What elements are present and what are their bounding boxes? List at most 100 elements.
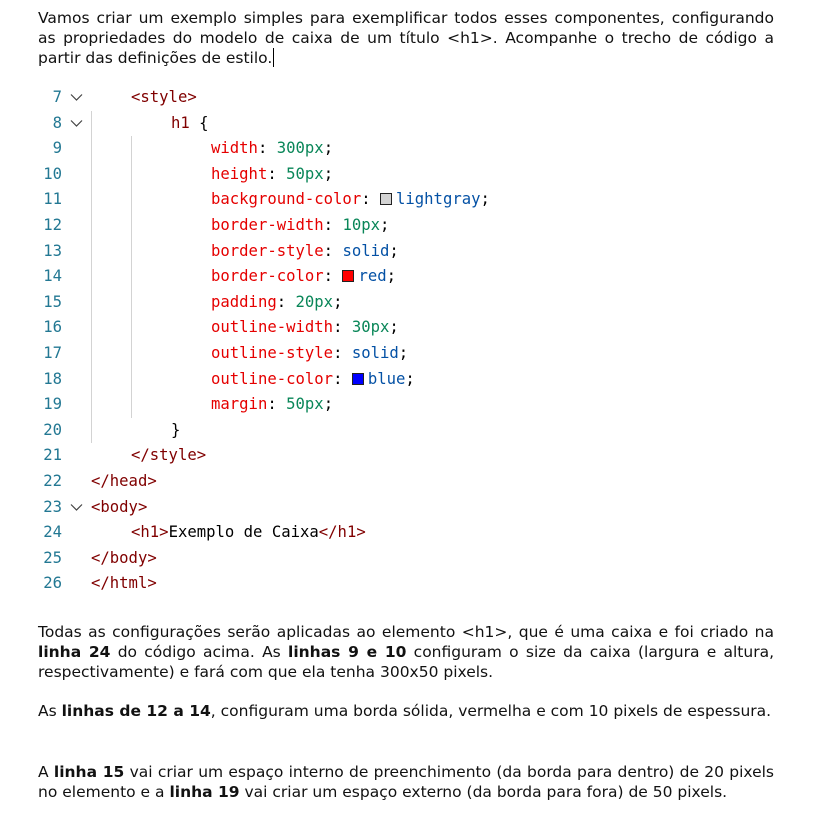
code-token: outline-color — [211, 369, 334, 388]
code-line: 15 padding: 20px; — [0, 290, 817, 316]
line-number: 13 — [43, 241, 62, 260]
code-token: } — [171, 420, 181, 439]
text-span: A — [38, 763, 54, 781]
code-token: solid — [342, 241, 390, 260]
color-swatch[interactable] — [351, 372, 364, 385]
code-token: ; — [323, 395, 334, 414]
code-token: 50px — [286, 164, 324, 183]
code-token: outline-width — [211, 318, 334, 337]
indent-guide — [131, 136, 132, 418]
code-text: width: 300px; — [211, 136, 333, 162]
code-line: 9 width: 300px; — [0, 136, 817, 162]
code-text: <body> — [91, 495, 147, 521]
code-line: 14 border-color: red; — [0, 264, 817, 290]
text-span: , configuram uma borda sólida, vermelha … — [210, 702, 772, 720]
code-line: 24 <h1>Exemplo de Caixa</h1> — [0, 520, 817, 546]
code-token: width — [211, 139, 258, 158]
line-number: 22 — [43, 472, 62, 490]
code-text: </body> — [91, 546, 157, 572]
code-text: } — [171, 418, 180, 444]
color-swatch[interactable] — [380, 193, 392, 206]
code-token: { — [189, 113, 209, 132]
code-token: ; — [398, 344, 409, 362]
code-line: 18 outline-color: blue; — [0, 367, 817, 393]
code-text: </head> — [91, 469, 157, 495]
code-text: outline-width: 30px; — [211, 315, 399, 341]
code-token: border-color — [211, 267, 324, 286]
code-text: background-color: lightgray; — [211, 187, 490, 213]
code-line: 7 <style> — [0, 85, 817, 111]
line-number: 26 — [43, 574, 62, 593]
line-number: 20 — [43, 420, 62, 439]
code-token: ; — [389, 241, 399, 260]
code-token: : — [323, 241, 343, 260]
fold-chevron-icon[interactable] — [70, 119, 83, 128]
line-number: 16 — [43, 318, 62, 337]
code-token: : — [323, 216, 343, 234]
code-token: <style> — [131, 88, 197, 106]
code-line: 22 </head> — [0, 469, 817, 495]
line-number: 24 — [43, 523, 62, 542]
code-token: <body> — [91, 497, 148, 516]
code-text: border-style: solid; — [211, 239, 399, 265]
code-token: <h1> — [131, 523, 169, 542]
text-span: As — [38, 702, 62, 720]
code-text: </style> — [131, 443, 206, 469]
code-token: h1 — [171, 113, 190, 132]
bold-ref: linha 19 — [169, 783, 240, 801]
code-text: outline-color: blue; — [211, 367, 415, 393]
code-token: : — [333, 369, 352, 388]
code-token: ; — [386, 267, 397, 286]
code-token: ; — [480, 190, 490, 209]
code-token: red — [358, 267, 387, 286]
code-text: border-color: red; — [211, 264, 396, 290]
code-text: border-width: 10px; — [211, 213, 389, 239]
code-token: : — [323, 267, 343, 286]
code-line: 20} — [0, 418, 817, 444]
code-token: Exemplo de Caixa — [168, 523, 319, 542]
code-token: ; — [405, 369, 415, 388]
code-token: : — [267, 164, 287, 183]
code-token: border-style — [211, 241, 324, 260]
text-cursor — [273, 48, 275, 67]
code-token: </head> — [91, 472, 157, 490]
code-token: </body> — [91, 548, 157, 567]
color-swatch[interactable] — [342, 270, 355, 283]
code-line: 25 </body> — [0, 546, 817, 572]
text-span: vai criar um espaço externo (da borda pa… — [239, 783, 728, 801]
paragraph-padding-margin: A linha 15 vai criar um espaço interno d… — [38, 762, 774, 802]
code-token: </html> — [91, 574, 157, 593]
code-text: <h1>Exemplo de Caixa</h1> — [131, 520, 366, 546]
code-line: 23 <body> — [0, 495, 817, 521]
code-token: : — [257, 139, 277, 158]
code-line: 11 background-color: lightgray; — [0, 187, 817, 213]
text-span: Todas as configurações serão aplicadas a… — [38, 623, 774, 641]
code-text: </html> — [91, 571, 157, 597]
code-token: : — [276, 292, 296, 311]
bold-ref: linha 24 — [38, 643, 111, 661]
fold-chevron-icon[interactable] — [70, 93, 83, 102]
line-number: 19 — [43, 395, 62, 414]
code-token: lightgray — [396, 190, 481, 209]
code-line: 17 outline-style: solid; — [0, 341, 817, 367]
line-number: 14 — [43, 267, 62, 286]
bold-ref: linhas de 12 a 14 — [61, 702, 211, 720]
code-token: </h1> — [318, 523, 366, 542]
code-token: padding — [211, 292, 277, 311]
line-number: 10 — [43, 164, 62, 183]
line-number: 15 — [43, 292, 62, 311]
line-number: 11 — [43, 190, 62, 209]
code-text: h1 { — [171, 111, 209, 137]
bold-ref: linha 15 — [53, 763, 125, 781]
bold-ref: linhas 9 e 10 — [288, 643, 407, 661]
line-number: 8 — [52, 113, 62, 132]
code-token: 30px — [351, 318, 390, 337]
code-token: </style> — [131, 446, 207, 465]
code-line: 12 border-width: 10px; — [0, 213, 817, 239]
line-number: 17 — [43, 344, 62, 362]
fold-chevron-icon[interactable] — [70, 503, 83, 512]
code-token: ; — [380, 216, 390, 234]
code-token: : — [333, 318, 352, 337]
code-token: ; — [389, 318, 399, 337]
code-token: outline-style — [211, 344, 334, 362]
